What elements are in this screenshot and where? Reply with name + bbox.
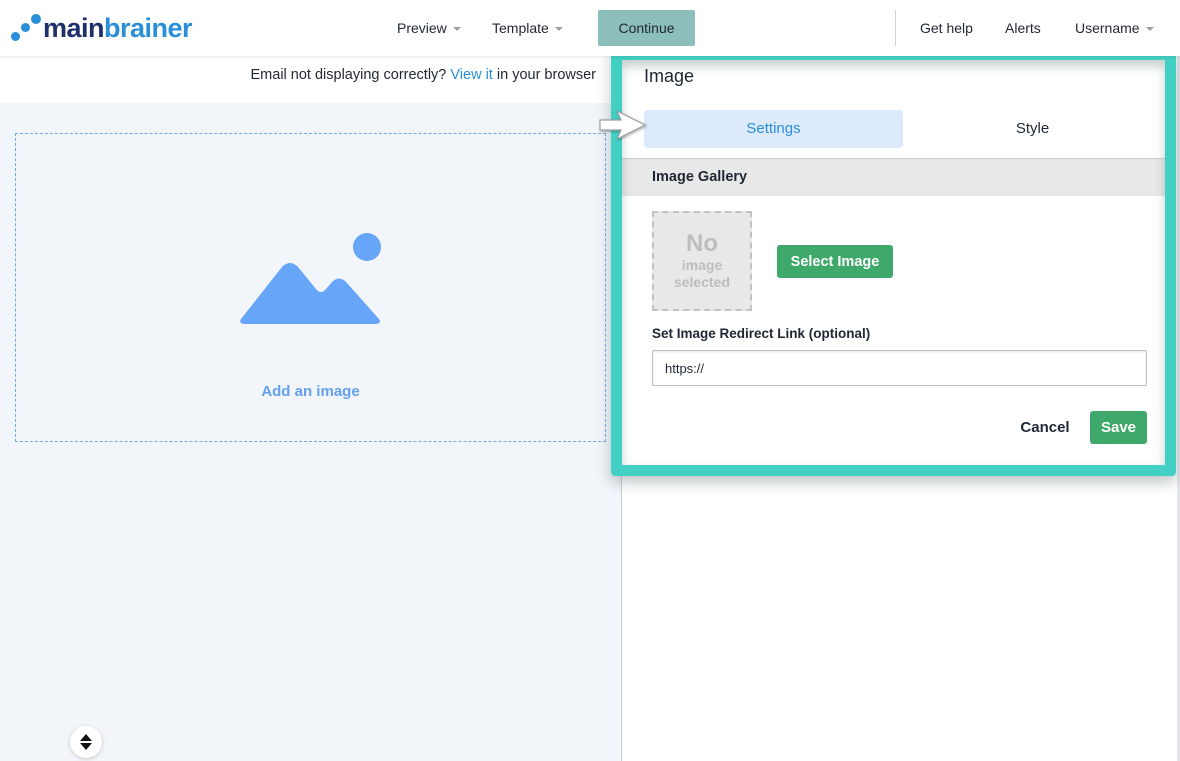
get-help-link[interactable]: Get help — [920, 0, 973, 56]
username-menu[interactable]: Username — [1075, 0, 1154, 56]
get-help-label: Get help — [920, 20, 973, 36]
logo-text: mainbrainer — [43, 12, 193, 44]
panel-title: Image — [644, 66, 695, 86]
save-button[interactable]: Save — [1090, 411, 1147, 444]
redirect-link-input[interactable] — [652, 350, 1147, 386]
template-menu[interactable]: Template — [492, 0, 563, 56]
preheader-prefix: Email not displaying correctly? — [250, 67, 447, 83]
preview-menu[interactable]: Preview — [397, 0, 461, 56]
mainbrainer-logo[interactable]: mainbrainer — [10, 12, 193, 44]
no-image-line2: image — [681, 257, 723, 273]
pointer-arrow-icon — [599, 109, 647, 141]
chevron-down-icon — [452, 27, 461, 32]
logo-text-main: main — [43, 13, 105, 43]
chevron-down-icon — [1145, 27, 1154, 32]
no-image-thumbnail: No image selected — [652, 211, 752, 311]
alerts-label: Alerts — [1005, 20, 1041, 36]
email-preheader: Email not displaying correctly? View it … — [0, 56, 621, 103]
preheader-text: Email not displaying correctly? View it … — [251, 67, 596, 83]
redirect-link-label: Set Image Redirect Link (optional) — [652, 326, 871, 341]
tab-settings[interactable]: Settings — [644, 110, 903, 148]
image-gallery-title: Image Gallery — [652, 169, 748, 185]
preview-menu-label: Preview — [397, 20, 447, 36]
chevron-down-icon — [554, 27, 563, 32]
add-image-label[interactable]: Add an image — [16, 383, 605, 400]
view-in-browser-link[interactable]: View it — [450, 67, 492, 83]
cancel-button[interactable]: Cancel — [1010, 412, 1080, 443]
nav-divider — [895, 10, 896, 46]
up-down-arrows-icon — [80, 734, 92, 750]
mountain-image-icon — [240, 233, 381, 324]
continue-button[interactable]: Continue — [598, 10, 695, 46]
select-image-button[interactable]: Select Image — [777, 245, 893, 278]
preheader-suffix: in your browser — [496, 67, 596, 83]
scroll-toggle-button[interactable] — [70, 726, 102, 758]
username-label: Username — [1075, 20, 1140, 36]
alerts-link[interactable]: Alerts — [1005, 0, 1041, 56]
email-canvas: Email not displaying correctly? View it … — [0, 56, 621, 761]
no-image-line3: selected — [673, 274, 731, 290]
logo-dots-icon — [10, 12, 41, 44]
logo-text-brainer: brainer — [104, 13, 193, 43]
no-image-line1: No — [686, 230, 718, 257]
top-navbar: mainbrainer Preview Template Continue Ge… — [0, 0, 1180, 56]
image-block-placeholder[interactable]: Add an image — [15, 133, 606, 442]
tab-style[interactable]: Style — [903, 110, 1162, 148]
template-menu-label: Template — [492, 20, 549, 36]
image-gallery-section-header: Image Gallery — [622, 158, 1166, 196]
